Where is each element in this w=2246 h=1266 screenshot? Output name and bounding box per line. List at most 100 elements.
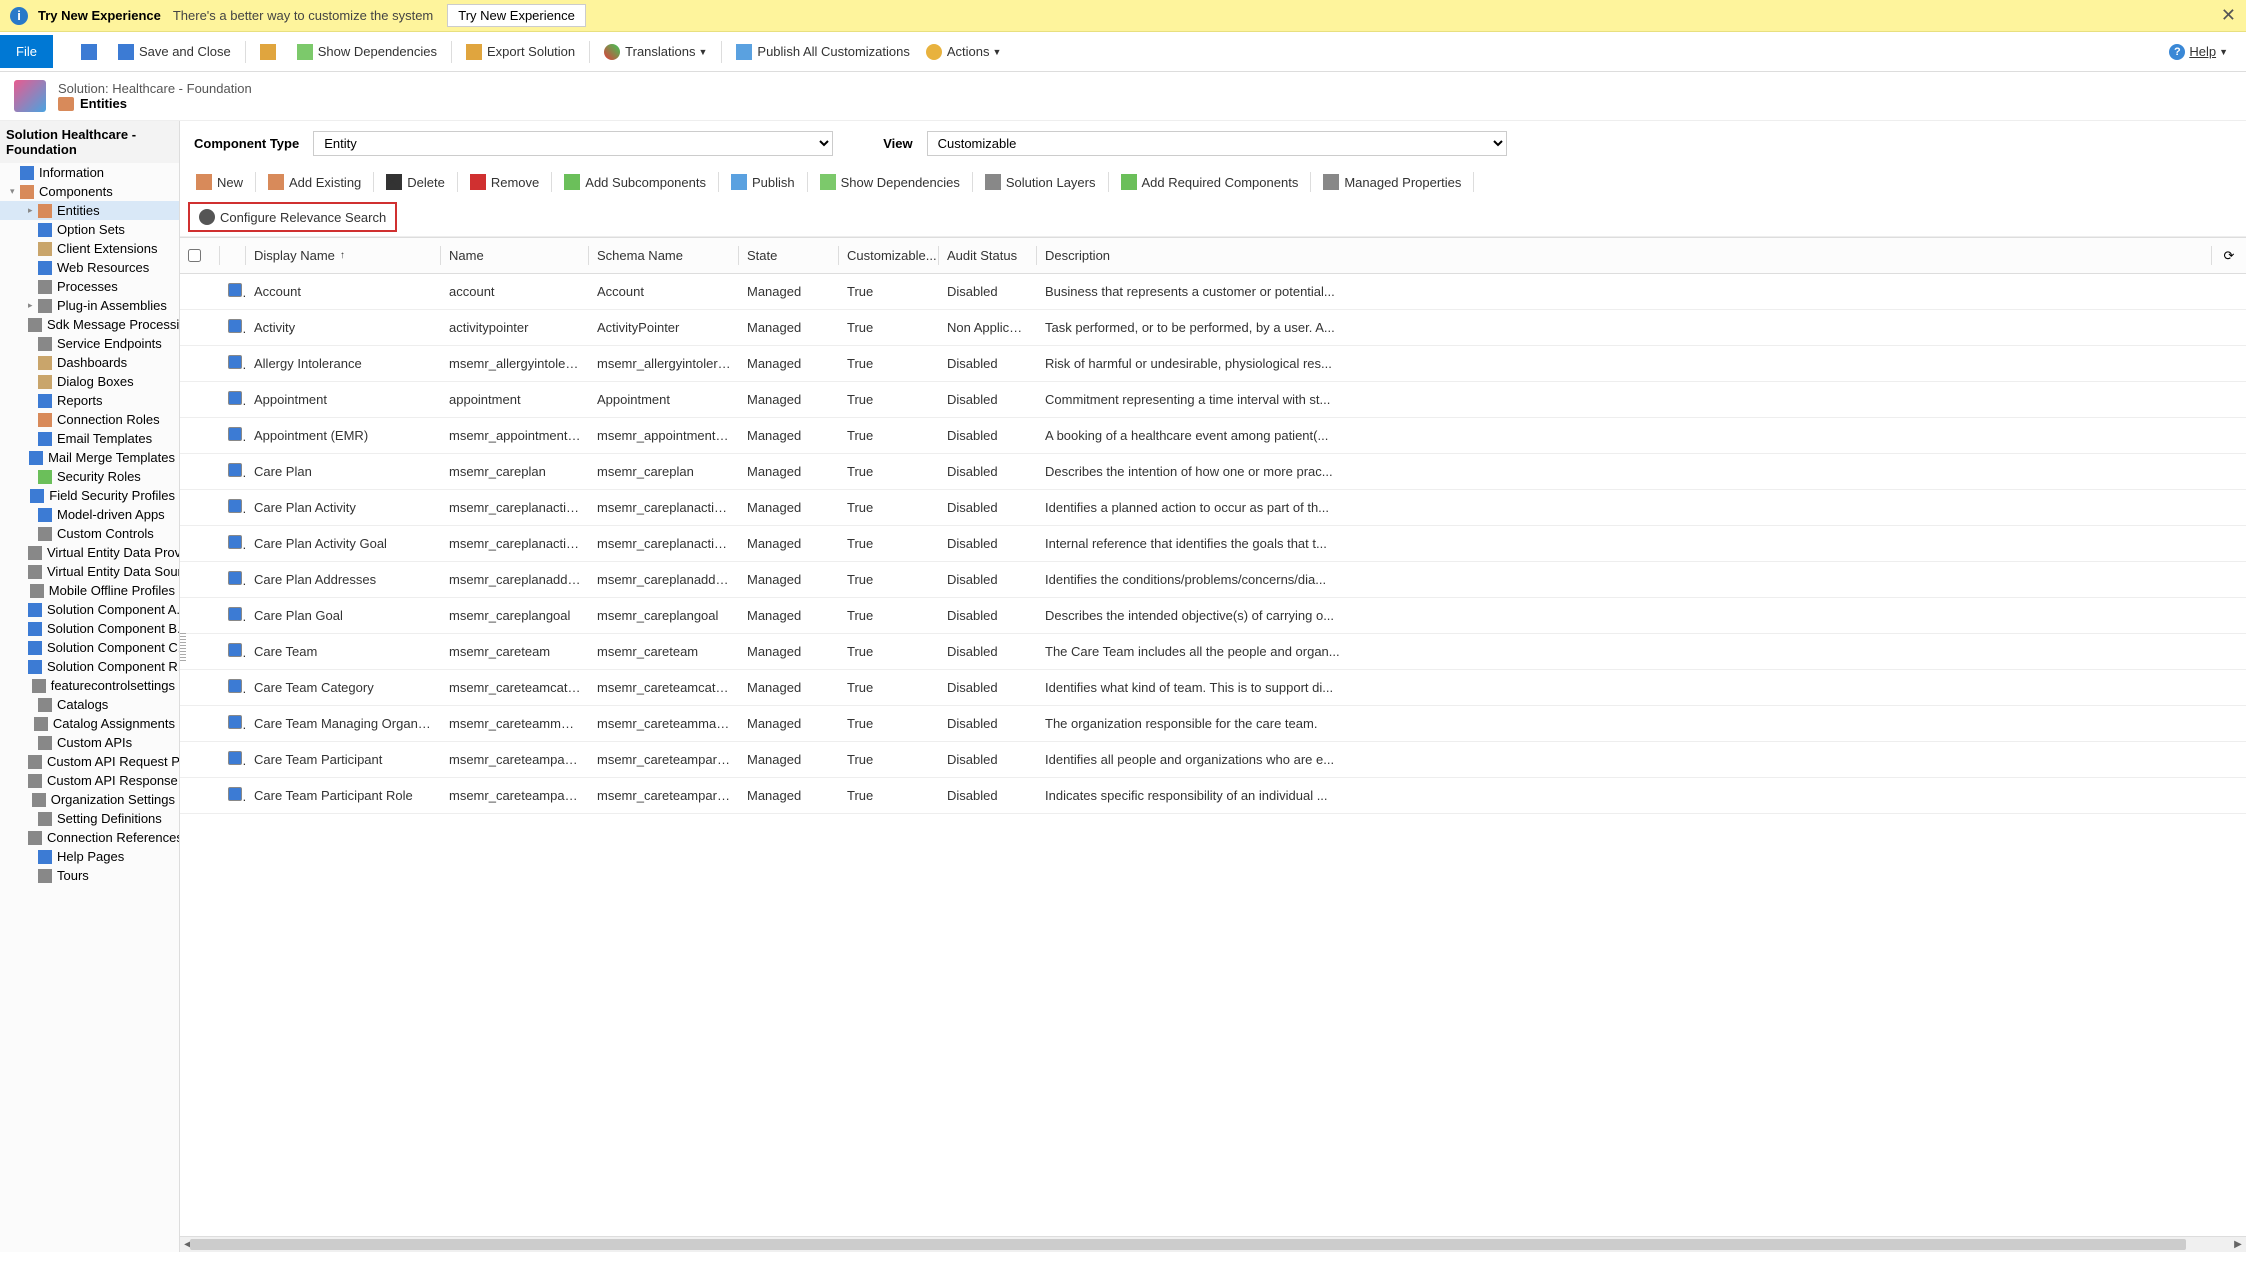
sidebar-item[interactable]: Solution Component B... — [0, 619, 179, 638]
sidebar-item[interactable]: Connection References — [0, 828, 179, 847]
sidebar-item[interactable]: Setting Definitions — [0, 809, 179, 828]
solution-layers-button[interactable]: Solution Layers — [977, 170, 1104, 194]
table-row[interactable]: Care Plan Activitymsemr_careplanactivity… — [180, 490, 2246, 526]
cell-name: msemr_careteammana... — [441, 716, 589, 731]
close-banner-icon[interactable]: ✕ — [2221, 5, 2236, 26]
tree-node-icon — [28, 831, 42, 845]
sidebar-item[interactable]: Tours — [0, 866, 179, 885]
sidebar-item[interactable]: Connection Roles — [0, 410, 179, 429]
actions-dropdown[interactable]: Actions▼ — [918, 39, 1010, 65]
sidebar-item[interactable]: Solution Component C... — [0, 638, 179, 657]
table-row[interactable]: ActivityactivitypointerActivityPointerMa… — [180, 310, 2246, 346]
delete-button[interactable]: ✕Delete — [378, 170, 453, 194]
table-row[interactable]: Allergy Intolerancemsemr_allergyintolera… — [180, 346, 2246, 382]
sidebar-item[interactable]: Model-driven Apps — [0, 505, 179, 524]
tree-toggle-icon[interactable]: ▸ — [28, 300, 38, 311]
scrollbar-thumb[interactable] — [190, 1239, 2186, 1250]
view-select[interactable]: Customizable — [927, 131, 1507, 156]
help-icon: ? — [2169, 44, 2185, 60]
table-row[interactable]: Care Team Participant Rolemsemr_careteam… — [180, 778, 2246, 814]
table-row[interactable]: Care Team Participantmsemr_careteamparti… — [180, 742, 2246, 778]
help-link[interactable]: ?Help▼ — [2161, 39, 2236, 65]
export-solution-button[interactable]: Export Solution — [458, 39, 583, 65]
table-row[interactable]: Care Plan Goalmsemr_careplangoalmsemr_ca… — [180, 598, 2246, 634]
col-schema-name[interactable]: Schema Name — [589, 238, 739, 273]
new-button[interactable]: New — [188, 170, 251, 194]
sidebar-item[interactable]: ▸Plug-in Assemblies — [0, 296, 179, 315]
refresh-button[interactable]: ⟳ — [2212, 238, 2246, 273]
sidebar-item[interactable]: Solution Component R... — [0, 657, 179, 676]
sidebar-item[interactable]: Sdk Message Processin... — [0, 315, 179, 334]
col-state[interactable]: State — [739, 238, 839, 273]
table-row[interactable]: Care Team Managing Organiza...msemr_care… — [180, 706, 2246, 742]
select-all-checkbox[interactable] — [180, 238, 220, 273]
save-and-close-button[interactable]: Save and Close — [110, 39, 239, 65]
show-dependencies-button-tb[interactable]: Show Dependencies — [812, 170, 968, 194]
add-required-components-button[interactable]: Add Required Components — [1113, 170, 1307, 194]
horizontal-scrollbar[interactable]: ◀ ▶ — [180, 1236, 2246, 1252]
show-dependencies-button[interactable]: Show Dependencies — [289, 39, 445, 65]
sidebar-item[interactable]: Custom API Response ... — [0, 771, 179, 790]
sidebar-item[interactable]: Organization Settings — [0, 790, 179, 809]
sidebar-item[interactable]: Client Extensions — [0, 239, 179, 258]
sidebar-item-label: Custom API Request Pa... — [47, 754, 179, 769]
sidebar-item[interactable]: Custom API Request Pa... — [0, 752, 179, 771]
sidebar-item[interactable]: featurecontrolsettings — [0, 676, 179, 695]
col-description[interactable]: Description — [1037, 238, 2212, 273]
scroll-right-icon[interactable]: ▶ — [2230, 1237, 2246, 1252]
tree-toggle-icon[interactable]: ▸ — [28, 205, 38, 216]
add-subcomponents-button[interactable]: Add Subcomponents — [556, 170, 714, 194]
sidebar-item[interactable]: ▸Entities — [0, 201, 179, 220]
publish-button[interactable]: Publish — [723, 170, 803, 194]
sidebar-item[interactable]: Security Roles — [0, 467, 179, 486]
translations-dropdown[interactable]: Translations▼ — [596, 39, 715, 65]
table-row[interactable]: Care Planmsemr_careplanmsemr_careplanMan… — [180, 454, 2246, 490]
sidebar-item[interactable]: Processes — [0, 277, 179, 296]
sidebar-item[interactable]: Field Security Profiles — [0, 486, 179, 505]
save-button[interactable] — [73, 39, 110, 65]
sidebar-resize-handle[interactable] — [180, 633, 186, 663]
file-tab[interactable]: File — [0, 35, 53, 68]
publish-all-button[interactable]: Publish All Customizations — [728, 39, 917, 65]
try-new-experience-button[interactable]: Try New Experience — [447, 4, 586, 27]
sidebar-item[interactable]: Mobile Offline Profiles — [0, 581, 179, 600]
sidebar-item[interactable]: Virtual Entity Data Sour... — [0, 562, 179, 581]
table-row[interactable]: Care Teammsemr_careteammsemr_careteamMan… — [180, 634, 2246, 670]
col-audit-status[interactable]: Audit Status — [939, 238, 1037, 273]
sidebar-item[interactable]: Solution Component A... — [0, 600, 179, 619]
sidebar-item[interactable]: ▾Components — [0, 182, 179, 201]
sidebar-item[interactable]: Dialog Boxes — [0, 372, 179, 391]
table-row[interactable]: AppointmentappointmentAppointmentManaged… — [180, 382, 2246, 418]
sidebar-item[interactable]: Help Pages — [0, 847, 179, 866]
managed-properties-button[interactable]: Managed Properties — [1315, 170, 1469, 194]
col-customizable[interactable]: Customizable... — [839, 238, 939, 273]
sidebar-item[interactable]: Dashboards — [0, 353, 179, 372]
component-type-select[interactable]: Entity — [313, 131, 833, 156]
sidebar-item-label: Custom API Response ... — [47, 773, 179, 788]
sidebar-item[interactable]: Web Resources — [0, 258, 179, 277]
sidebar-item[interactable]: Service Endpoints — [0, 334, 179, 353]
export-icon-only[interactable] — [252, 39, 289, 65]
configure-relevance-search-button[interactable]: Configure Relevance Search — [191, 205, 394, 229]
table-row[interactable]: AccountaccountAccountManagedTrueDisabled… — [180, 274, 2246, 310]
sidebar-item[interactable]: Email Templates — [0, 429, 179, 448]
try-new-experience-banner: i Try New Experience There's a better wa… — [0, 0, 2246, 32]
sidebar-item[interactable]: Information — [0, 163, 179, 182]
sidebar-item[interactable]: Custom APIs — [0, 733, 179, 752]
add-existing-button[interactable]: Add Existing — [260, 170, 369, 194]
sidebar-item[interactable]: Custom Controls — [0, 524, 179, 543]
table-row[interactable]: Care Plan Activity Goalmsemr_careplanact… — [180, 526, 2246, 562]
table-row[interactable]: Care Team Categorymsemr_careteamcateg...… — [180, 670, 2246, 706]
sidebar-item[interactable]: Option Sets — [0, 220, 179, 239]
table-row[interactable]: Care Plan Addressesmsemr_careplanaddre..… — [180, 562, 2246, 598]
sidebar-item[interactable]: Reports — [0, 391, 179, 410]
sidebar-item[interactable]: Virtual Entity Data Prov... — [0, 543, 179, 562]
table-row[interactable]: Appointment (EMR)msemr_appointmente...ms… — [180, 418, 2246, 454]
col-name[interactable]: Name — [441, 238, 589, 273]
sidebar-item[interactable]: Catalogs — [0, 695, 179, 714]
col-display-name[interactable]: Display Name↑ — [246, 238, 441, 273]
sidebar-item[interactable]: Catalog Assignments — [0, 714, 179, 733]
remove-button[interactable]: Remove — [462, 170, 547, 194]
tree-toggle-icon[interactable]: ▾ — [10, 186, 20, 197]
sidebar-item[interactable]: Mail Merge Templates — [0, 448, 179, 467]
